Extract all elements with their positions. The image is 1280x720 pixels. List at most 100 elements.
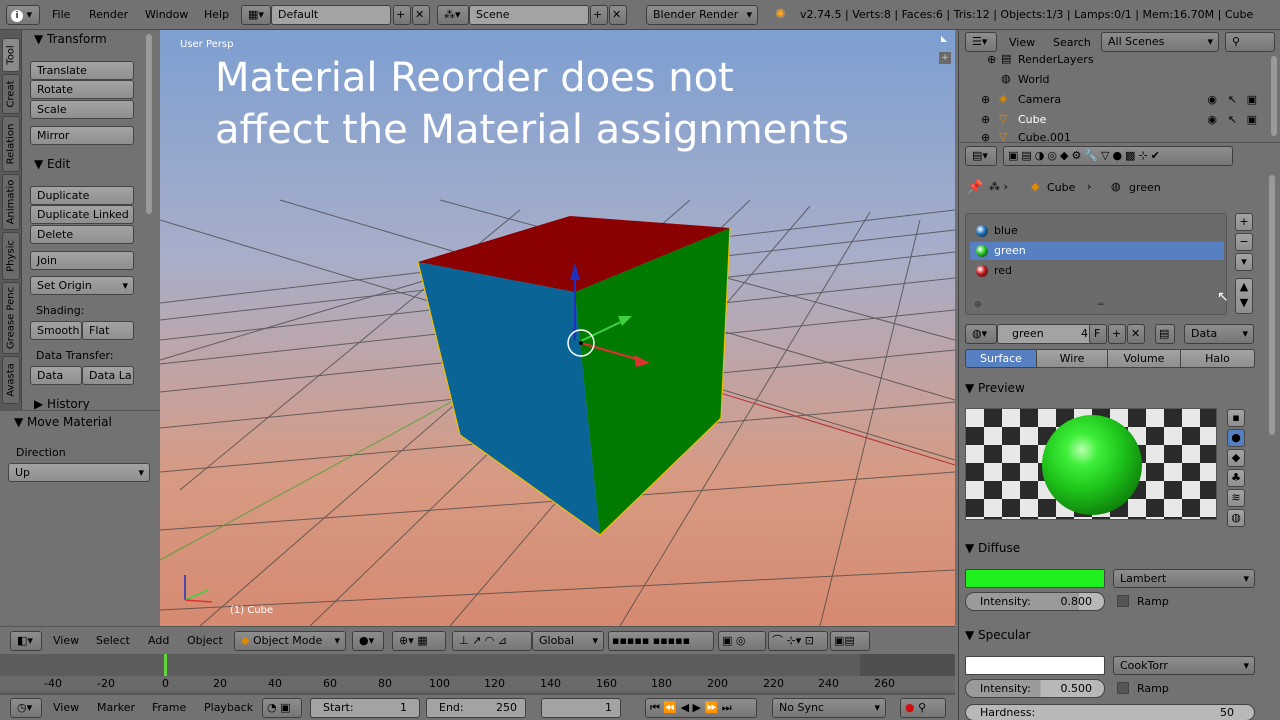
preview-sphere-button[interactable]: ● [1227, 429, 1245, 447]
cursor-select-icon[interactable]: ↖ [1228, 113, 1237, 126]
start-frame-field[interactable]: Start: 1 [310, 698, 420, 718]
outliner-editor-button[interactable]: ☰▾ [965, 32, 997, 52]
move-slot-buttons[interactable]: ▲ ▼ [1235, 278, 1253, 314]
tab-wire[interactable]: Wire [1036, 349, 1108, 368]
list-resize-handle[interactable]: ═ [1098, 300, 1103, 310]
tab-create[interactable]: Creat [2, 74, 20, 114]
diffuse-ramp-checkbox[interactable] [1117, 595, 1129, 607]
translate-button[interactable]: Translate [30, 61, 134, 80]
menu-view[interactable]: View [53, 634, 79, 647]
outliner-item-renderlayers[interactable]: ⊕ ▤ RenderLayers [959, 50, 1269, 70]
render-camera-icon[interactable]: ▣ [1247, 93, 1257, 106]
flat-button[interactable]: Flat [82, 321, 134, 340]
delete-button[interactable]: Delete [30, 225, 134, 244]
scale-button[interactable]: Scale [30, 100, 134, 119]
add-slot-button[interactable]: + [1235, 213, 1253, 231]
viewport-shading-button[interactable]: ●▾ [352, 631, 384, 651]
menu-window[interactable]: Window [145, 8, 188, 21]
rotate-button[interactable]: Rotate [30, 80, 134, 99]
specular-panel-header[interactable]: ▼ Specular [965, 628, 1031, 642]
preview-range-buttons[interactable]: ◔ ▣ [262, 698, 302, 718]
preview-plane-button[interactable]: ▪ [1227, 409, 1245, 427]
outliner-menu-view[interactable]: View [1009, 36, 1035, 49]
material-name-field[interactable]: green 4 [997, 324, 1095, 344]
outliner-menu-search[interactable]: Search [1053, 36, 1091, 49]
mirror-button[interactable]: Mirror [30, 126, 134, 145]
info-editor-button[interactable]: i ▾ [6, 5, 40, 25]
timeline-menu-playback[interactable]: Playback [204, 701, 253, 714]
outliner-item-camera[interactable]: ⊕ ◈ Camera ◉ ↖ ▣ [959, 90, 1269, 110]
tab-volume[interactable]: Volume [1107, 349, 1181, 368]
material-slot-list[interactable]: blue green red ⊕ ═ [965, 213, 1227, 315]
diffuse-intensity-slider[interactable]: Intensity: 0.800 [965, 592, 1105, 611]
timeline-ruler[interactable]: -40 -20 0 20 40 60 80 100 120 140 160 18… [0, 676, 955, 692]
specular-shader-dropdown[interactable]: CookTorr ▾ [1113, 656, 1255, 675]
add-layout-button[interactable]: + [393, 5, 411, 25]
menu-object[interactable]: Object [187, 634, 223, 647]
tab-halo[interactable]: Halo [1180, 349, 1255, 368]
material-slot-blue[interactable]: blue [970, 222, 1224, 240]
tab-relations[interactable]: Relation [2, 116, 20, 172]
specular-intensity-slider[interactable]: Intensity: 0.500 [965, 679, 1105, 698]
properties-context-tabs[interactable]: ▣▤◑◎◆⚙🔧▽●▩⊹✔ [1003, 146, 1233, 166]
timeline-menu-frame[interactable]: Frame [152, 701, 186, 714]
smooth-button[interactable]: Smooth [30, 321, 82, 340]
list-filter-icon[interactable]: ⊕ [974, 300, 982, 310]
unlink-material-button[interactable]: ✕ [1127, 324, 1145, 344]
outliner-item-world[interactable]: ◍ World [959, 70, 1269, 90]
remove-layout-button[interactable]: ✕ [412, 5, 430, 25]
link-icon-button[interactable]: ▤ [1155, 324, 1175, 344]
join-button[interactable]: Join [30, 251, 134, 270]
menu-render[interactable]: Render [89, 8, 128, 21]
outliner-filter-dropdown[interactable]: All Scenes ▾ [1101, 32, 1219, 52]
remove-scene-button[interactable]: ✕ [609, 5, 627, 25]
manipulator-buttons[interactable]: ⊥ ↗ ◠ ⊿ [452, 631, 532, 651]
scene-field[interactable]: Scene [469, 5, 589, 25]
data-layout-button[interactable]: Data La [82, 366, 134, 385]
history-panel-header[interactable]: ▶ History [34, 397, 90, 411]
diffuse-shader-dropdown[interactable]: Lambert ▾ [1113, 569, 1255, 588]
timeline-menu-view[interactable]: View [53, 701, 79, 714]
preview-hair-button[interactable]: ≋ [1227, 489, 1245, 507]
specular-color-swatch[interactable] [965, 656, 1105, 675]
corner-widget-icon[interactable]: ◣ [941, 34, 951, 44]
tool-scrollbar[interactable] [146, 34, 152, 214]
preview-cube-button[interactable]: ◆ [1227, 449, 1245, 467]
chevron-down-icon[interactable]: ▼ [1240, 296, 1248, 309]
tab-tool[interactable]: Tool [2, 38, 20, 72]
move-material-header[interactable]: ▼ Move Material [14, 415, 112, 429]
outliner-scrollbar[interactable] [1271, 56, 1277, 136]
menu-help[interactable]: Help [204, 8, 229, 21]
transform-panel-header[interactable]: ▼ Transform [34, 32, 107, 46]
fake-user-button[interactable]: F [1089, 324, 1107, 344]
sync-dropdown[interactable]: No Sync ▾ [772, 698, 886, 718]
material-browse-button[interactable]: ◍▾ [965, 324, 997, 344]
material-slot-green[interactable]: green [970, 242, 1224, 260]
properties-scrollbar[interactable] [1269, 175, 1275, 435]
duplicate-button[interactable]: Duplicate [30, 186, 134, 205]
outliner-search-field[interactable]: ⚲ [1225, 32, 1275, 52]
tab-avasta[interactable]: Avasta [2, 356, 20, 404]
properties-editor-button[interactable]: ▤▾ [965, 146, 997, 166]
timeline-menu-marker[interactable]: Marker [97, 701, 135, 714]
edit-panel-header[interactable]: ▼ Edit [34, 157, 70, 171]
data-transfer-button[interactable]: Data [30, 366, 82, 385]
current-frame-marker[interactable] [164, 654, 167, 676]
diffuse-color-swatch[interactable] [965, 569, 1105, 588]
preview-monkey-button[interactable]: ♣ [1227, 469, 1245, 487]
orientation-dropdown[interactable]: Global ▾ [532, 631, 604, 651]
material-slot-red[interactable]: red [970, 262, 1224, 280]
lock-camera-buttons[interactable]: ▣ ◎ [718, 631, 766, 651]
tab-grease-pencil[interactable]: Grease Penc [2, 282, 20, 354]
properties-toggle-icon[interactable]: + [939, 52, 951, 64]
snap-buttons[interactable]: ⌒ ⊹▾ ⊡ [768, 631, 828, 651]
editor-type-button[interactable]: ◧▾ [10, 631, 42, 651]
tab-physics[interactable]: Physic [2, 232, 20, 280]
preview-sky-button[interactable]: ◍ [1227, 509, 1245, 527]
slot-specials-button[interactable]: ▾ [1235, 253, 1253, 271]
eye-icon[interactable]: ◉ [1207, 93, 1217, 106]
pin-icon[interactable]: 📌 [967, 180, 983, 195]
diffuse-panel-header[interactable]: ▼ Diffuse [965, 541, 1020, 555]
mode-dropdown[interactable]: ◆ Object Mode ▾ [234, 631, 346, 651]
record-buttons[interactable]: ● ⚲ [900, 698, 946, 718]
